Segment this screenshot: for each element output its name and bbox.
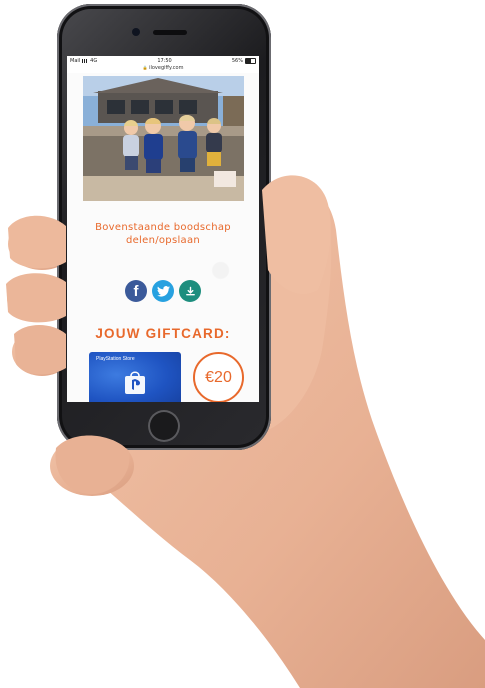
giftcard-amount: €20 — [193, 352, 244, 402]
giftcard-amount-value: €20 — [205, 368, 232, 386]
twitter-share-button[interactable] — [152, 280, 174, 302]
gift-card-label: PlayStation Store — [96, 356, 135, 362]
giftcard-heading: JOUW GIFTCARD: — [95, 326, 231, 341]
scene: Mail 4G 17:50 56% 🔒 ilovegiffy.com Boven… — [0, 0, 485, 688]
clock: 17:50 — [157, 57, 172, 64]
playstation-gift-card[interactable]: PlayStation Store — [89, 352, 181, 402]
battery-percent: 56% — [231, 57, 243, 64]
smartphone: Mail 4G 17:50 56% 🔒 ilovegiffy.com Boven… — [57, 4, 271, 450]
download-button[interactable] — [179, 280, 201, 302]
status-bar: Mail 4G 17:50 56% — [67, 56, 259, 65]
playstation-store-bag-icon — [125, 371, 145, 394]
carrier-label: Mail — [70, 57, 81, 64]
battery-icon — [244, 57, 256, 64]
share-buttons: f — [67, 280, 259, 302]
home-button[interactable] — [148, 410, 180, 442]
network-label: 4G — [90, 57, 98, 64]
twitter-icon — [156, 285, 170, 297]
url-text: ilovegiffy.com — [149, 65, 184, 71]
status-left: Mail 4G — [70, 58, 97, 64]
facebook-icon: f — [133, 282, 139, 300]
signal-icon — [82, 58, 89, 63]
status-right: 56% — [231, 57, 256, 64]
lock-icon: 🔒 — [142, 65, 148, 70]
share-message: Bovenstaande boodschap delen/opslaan — [67, 221, 259, 247]
share-message-line2: delen/opslaan — [125, 235, 201, 246]
share-message-line1: Bovenstaande boodschap — [95, 222, 231, 233]
phone-screen: Mail 4G 17:50 56% 🔒 ilovegiffy.com Boven… — [67, 56, 259, 402]
facebook-share-button[interactable]: f — [125, 280, 147, 302]
earpiece-speaker — [153, 30, 187, 35]
family-photo — [83, 76, 244, 201]
download-icon — [185, 286, 195, 295]
front-camera — [132, 28, 140, 36]
address-bar[interactable]: 🔒 ilovegiffy.com — [67, 65, 259, 73]
page-content: Bovenstaande boodschap delen/opslaan f J… — [67, 73, 259, 402]
